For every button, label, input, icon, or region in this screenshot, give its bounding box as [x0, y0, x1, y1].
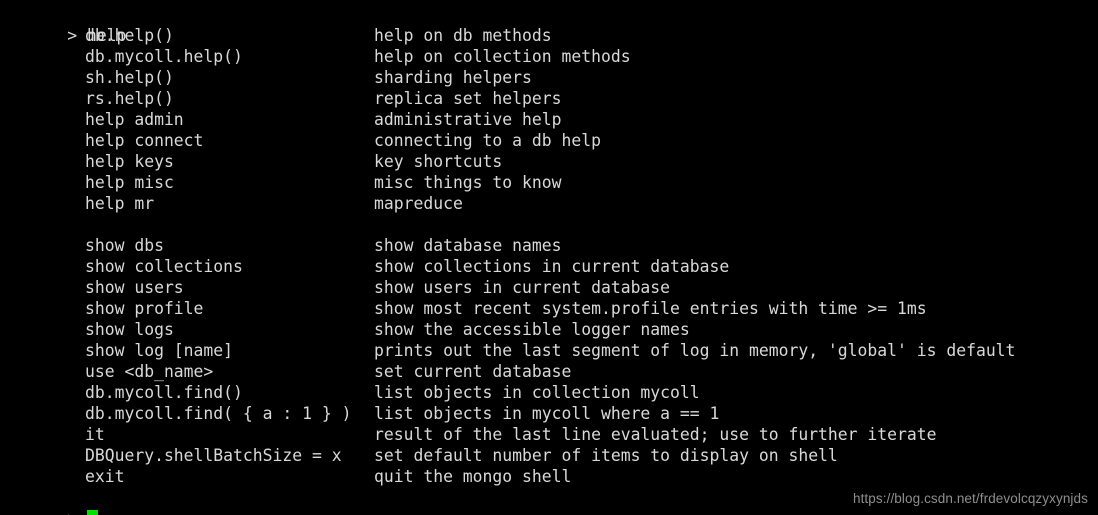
help-command: sh.help() [85, 68, 174, 87]
help-description: help on db methods [374, 26, 552, 45]
help-row: show dbs show database names [0, 235, 1098, 256]
help-command: show users [85, 278, 184, 297]
help-command: db.mycoll.find() [85, 383, 243, 402]
help-row: db.help() help on db methods [0, 25, 1098, 46]
help-command: show log [name] [85, 341, 234, 360]
help-description: set current database [374, 362, 572, 381]
help-description: show the accessible logger names [374, 320, 690, 339]
help-row: help admin administrative help [0, 109, 1098, 130]
help-description: list objects in mycoll where a == 1 [374, 404, 720, 423]
help-description: show database names [374, 236, 562, 255]
help-description: help on collection methods [374, 47, 631, 66]
help-description: key shortcuts [374, 152, 503, 171]
help-description: prints out the last segment of log in me… [374, 341, 1016, 360]
help-row: it result of the last line evaluated; use… [0, 424, 1098, 445]
help-description: show most recent system.profile entries … [374, 299, 927, 318]
help-row: help mr mapreduce [0, 193, 1098, 214]
help-command: show dbs [85, 236, 164, 255]
help-row: help keys key shortcuts [0, 151, 1098, 172]
help-description: show collections in current database [374, 257, 730, 276]
help-row: use <db_name> set current database [0, 361, 1098, 382]
help-command: DBQuery.shellBatchSize = x [85, 446, 342, 465]
help-command: help admin [85, 110, 184, 129]
help-command: help keys [85, 152, 174, 171]
help-description: show users in current database [374, 278, 671, 297]
help-row: exit quit the mongo shell [0, 466, 1098, 487]
help-row: show collections show collections in curr… [0, 256, 1098, 277]
help-command: show collections [85, 257, 243, 276]
help-description: sharding helpers [374, 68, 532, 87]
help-command: db.help() [85, 26, 174, 45]
help-command: help misc [85, 173, 174, 192]
help-row: help connect connecting to a db help [0, 130, 1098, 151]
help-row: DBQuery.shellBatchSize = x set default nu… [0, 445, 1098, 466]
help-row: show logs show the accessible logger name… [0, 319, 1098, 340]
help-command: db.mycoll.help() [85, 47, 243, 66]
command-echo-line: > help [0, 4, 1098, 45]
terminal-output-area: > help db.help() help on db methods db.myc… [0, 0, 1098, 515]
help-command: use <db_name> [85, 362, 214, 381]
help-command: exit [85, 467, 125, 486]
help-description: connecting to a db help [374, 131, 601, 150]
help-section-general: db.help() help on db methods db.mycoll.hel… [0, 25, 1098, 214]
help-description: administrative help [374, 110, 562, 129]
help-command: show logs [85, 320, 174, 339]
help-command: db.mycoll.find( { a : 1 } ) [85, 404, 352, 423]
help-section-shell-commands: show dbs show database names show collecti… [0, 235, 1098, 487]
help-description: mapreduce [374, 194, 463, 213]
help-row: db.mycoll.help() help on collection metho… [0, 46, 1098, 67]
watermark-url: https://blog.csdn.net/frdevolcqzyxynjds [852, 491, 1088, 506]
terminal-window[interactable]: > help db.help() help on db methods db.myc… [0, 0, 1098, 515]
help-command: show profile [85, 299, 204, 318]
help-command: help connect [85, 131, 204, 150]
help-description: quit the mongo shell [374, 467, 572, 486]
help-description: replica set helpers [374, 89, 562, 108]
help-command: help mr [85, 194, 155, 213]
prompt-symbol: > [67, 509, 77, 515]
text-cursor [87, 510, 99, 515]
help-row: help misc misc things to know [0, 172, 1098, 193]
section-separator [0, 214, 1098, 235]
help-description: misc things to know [374, 173, 562, 192]
help-command: rs.help() [85, 89, 174, 108]
help-description: result of the last line evaluated; use t… [374, 425, 937, 444]
help-description: set default number of items to display o… [374, 446, 838, 465]
help-row: sh.help() sharding helpers [0, 67, 1098, 88]
help-row: show log [name] prints out the last segme… [0, 340, 1098, 361]
help-row: rs.help() replica set helpers [0, 88, 1098, 109]
help-row: show users show users in current database [0, 277, 1098, 298]
help-command: it [85, 425, 105, 444]
help-description: list objects in collection mycoll [374, 383, 700, 402]
help-row: db.mycoll.find() list objects in collecti… [0, 382, 1098, 403]
help-row: db.mycoll.find( { a : 1 } ) list objects … [0, 403, 1098, 424]
help-row: show profile show most recent system.prof… [0, 298, 1098, 319]
